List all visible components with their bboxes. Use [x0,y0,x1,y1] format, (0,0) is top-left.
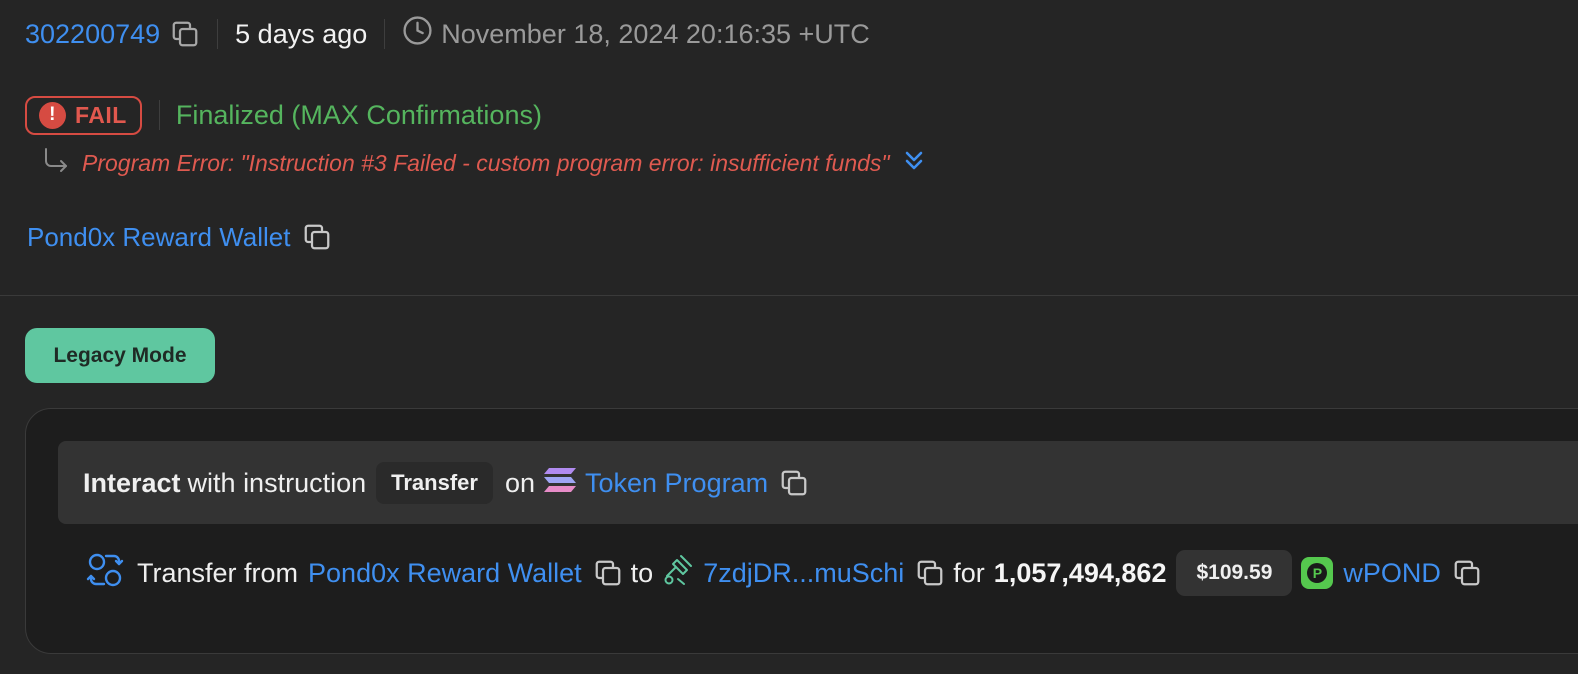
time-ago: 5 days ago [235,18,368,49]
solana-logo-icon [543,467,577,500]
instruction-name-pill: Transfer [376,462,493,504]
program-link[interactable]: Token Program [585,468,768,499]
copy-icon[interactable] [593,558,623,588]
token-link[interactable]: wPOND [1343,558,1441,589]
transfer-row: Transfer from Pond0x Reward Wallet to 7z… [86,550,1482,596]
block-info-row: 302200749 5 days ago November 18, 2024 2… [25,14,870,54]
copy-icon[interactable] [1452,558,1482,588]
to-address-link[interactable]: 7zdjDR...muSchi [703,558,904,589]
signer-row: Pond0x Reward Wallet [27,218,332,256]
for-text: for [953,557,985,588]
transfer-prefix: Transfer from [137,557,299,588]
status-badge: ! FAIL [25,95,142,135]
divider [217,19,219,49]
section-divider [0,295,1578,296]
instruction-summary: Interact with instruction Transfer on To… [83,462,809,504]
status-row: ! FAIL Finalized (MAX Confirmations) [25,95,542,135]
slot-link[interactable]: 302200749 [25,19,160,50]
transfer-icon [86,551,124,596]
status-badge-label: FAIL [75,101,127,128]
token-logo-letter: P [1307,563,1328,583]
tools-icon [663,554,693,593]
confirmation-status: Finalized (MAX Confirmations) [175,99,542,130]
double-chevron-down-icon[interactable] [904,150,924,177]
from-wallet-link[interactable]: Pond0x Reward Wallet [308,558,582,589]
error-message: Program Error: "Instruction #3 Failed - … [82,149,890,176]
usd-value-pill: $109.59 [1176,550,1293,596]
return-arrow-icon [42,146,70,181]
exclamation-icon: ! [39,101,66,129]
divider [158,100,160,130]
divider [384,19,386,49]
copy-icon[interactable] [915,558,945,588]
copy-icon[interactable] [170,19,200,49]
block-timestamp: November 18, 2024 20:16:35 +UTC [441,18,870,49]
legacy-mode-button[interactable]: Legacy Mode [25,328,215,383]
instruction-text: with instruction [187,467,367,498]
copy-icon[interactable] [302,222,332,252]
copy-icon[interactable] [779,468,809,498]
instruction-verb: Interact [83,467,181,498]
to-text: to [630,557,654,588]
transaction-overview: 302200749 5 days ago November 18, 2024 2… [0,0,1578,674]
error-row: Program Error: "Instruction #3 Failed - … [42,146,924,180]
token-logo-icon: P [1301,557,1334,589]
on-text: on [504,467,535,498]
transfer-amount: 1,057,494,862 [993,557,1167,588]
clock-icon [402,15,433,53]
signer-wallet-link[interactable]: Pond0x Reward Wallet [27,222,291,253]
